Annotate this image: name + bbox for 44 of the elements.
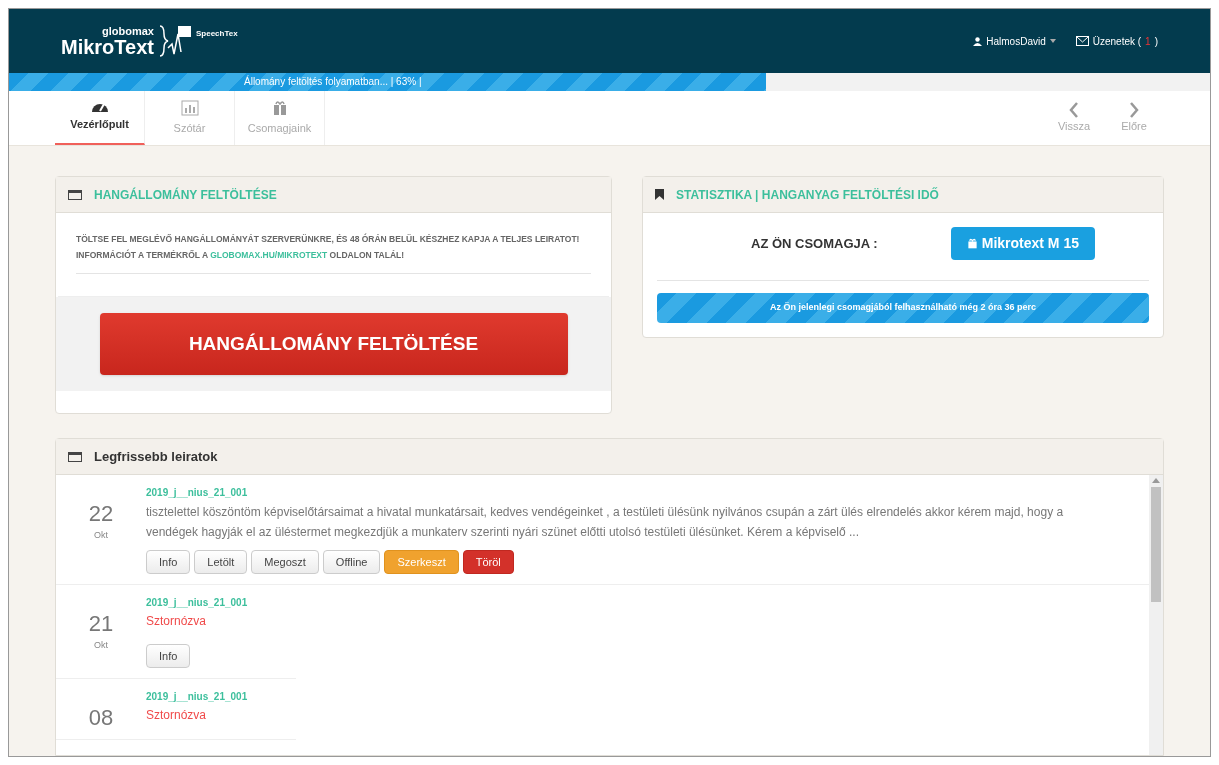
status-text: Sztornózva	[146, 707, 208, 724]
panel-title: HANGÁLLOMÁNY FELTÖLTÉSE	[94, 186, 277, 204]
package-label: AZ ÖN CSOMAGJA :	[751, 234, 878, 253]
action-button[interactable]: Megoszt	[251, 550, 319, 574]
package-button[interactable]: Mikrotext M 15	[950, 227, 1095, 260]
user-icon	[973, 36, 983, 46]
date-day: 22	[88, 503, 114, 525]
user-menu[interactable]: HalmosDavid	[973, 33, 1056, 49]
action-button[interactable]: Offline	[322, 550, 381, 574]
action-button[interactable]: Info	[146, 550, 191, 574]
action-button[interactable]: Töröl	[462, 550, 514, 574]
waveform-logo-icon	[158, 24, 192, 58]
scroll-up-icon[interactable]	[1152, 477, 1160, 483]
logo-product: SpeechTex	[196, 28, 238, 40]
action-button[interactable]: Letölt	[194, 550, 248, 574]
bookmark-icon	[655, 189, 664, 200]
upload-description: TÖLTSE FEL MEGLÉVŐ HANGÁLLOMÁNYÁT SZERVERÜNKRE, ÉS 48 ÓRÁN BELÜL KÉSZHEZ KAPJA A TELJES LEIRATOT! INFORMÁCIÓT A TERMÉKRŐL A GLOBOMAX.HU/MIKROTEXT OLDALON TALÁL!	[76, 231, 591, 274]
logo-subtitle: globomax	[102, 25, 154, 37]
gift-icon	[271, 99, 288, 116]
nav-tab[interactable]: Vezérlőpult	[55, 91, 145, 145]
panel-title: STATISZTIKA | HANGANYAG FELTÖLTÉSI IDŐ	[676, 186, 939, 204]
action-button[interactable]: Info	[146, 644, 191, 668]
transcript-excerpt: tisztelettel köszöntöm képviselőtársaimat a hivatal munkatársait, kedves vendégeinket , a testületi ülésünk nyilvános csupán a zárt ülés elrendelés akkor kérem majd, hogy a vendégek hagyják el az üléstermet megkezdjük a munkaterv szerinti nyári szünet előtti utolsó testületi ülésünket. Kérem a képviselő ...	[146, 504, 1065, 541]
list-icon	[68, 189, 82, 200]
date-day: 08	[88, 707, 114, 729]
dashboard-icon	[90, 101, 109, 112]
gift-icon	[966, 238, 978, 249]
date-month: Okt	[94, 639, 108, 652]
messages-link[interactable]: Üzenetek ( 1 )	[1075, 33, 1158, 49]
scrollbar-thumb[interactable]	[1151, 487, 1161, 602]
list-icon	[68, 451, 82, 462]
caret-icon	[1049, 39, 1056, 43]
bar-chart-icon	[180, 99, 199, 116]
date-month: Okt	[94, 529, 108, 542]
envelope-icon	[1075, 36, 1089, 46]
upload-button[interactable]: HANGÁLLOMÁNY FELTÖLTÉSE	[99, 313, 568, 375]
chevron-right-icon	[1129, 101, 1139, 118]
panel-title: Legfrissebb leiratok	[94, 447, 218, 466]
date-day: 21	[88, 613, 114, 635]
remaining-time-text: Az Ön jelenlegi csomagjából felhasználható még 2 óra 36 perc	[769, 301, 1037, 315]
chevron-left-icon	[1069, 101, 1079, 118]
upload-progress-text: Állomány feltöltés folyamatban... | 63% |	[244, 74, 422, 89]
logo-text: MikroText	[61, 36, 154, 57]
status-text: Sztornózva	[146, 613, 208, 630]
